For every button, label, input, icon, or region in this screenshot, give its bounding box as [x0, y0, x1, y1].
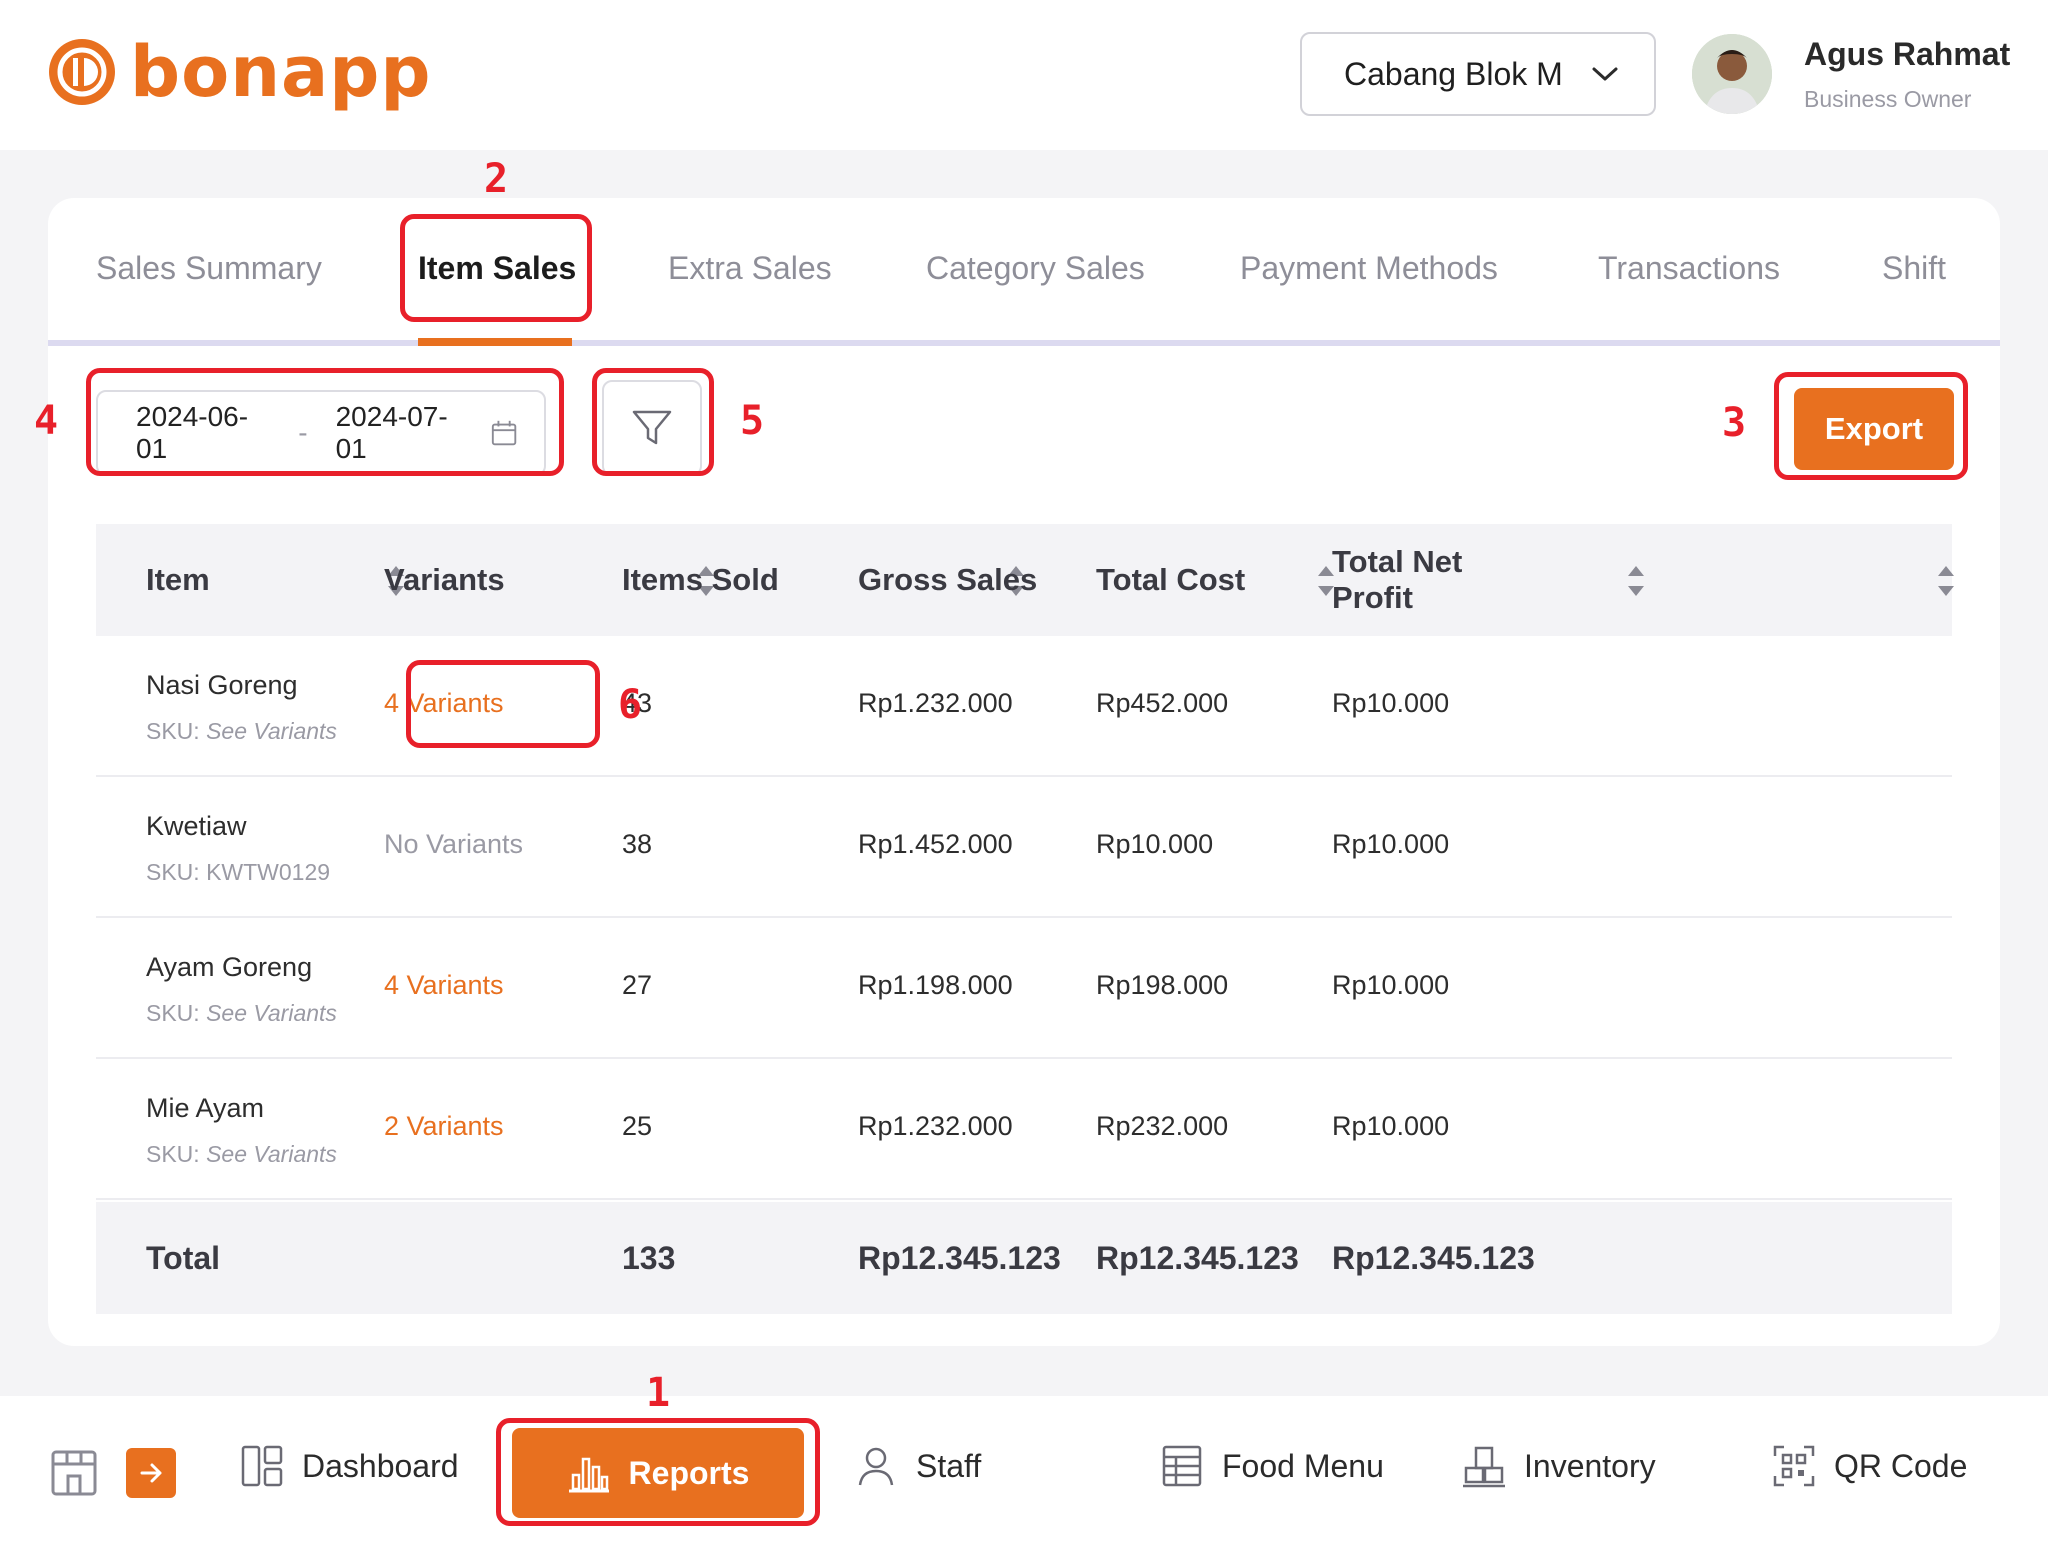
avatar[interactable]: [1692, 34, 1772, 114]
total-cost-sum: Rp12.345.123: [1096, 1240, 1299, 1276]
item-name: Kwetiaw: [146, 811, 247, 841]
user-name: Agus Rahmat: [1804, 36, 2011, 72]
items-sold: 38: [622, 829, 653, 859]
app-logo[interactable]: bonapp: [46, 36, 431, 108]
qr-code-icon: [1773, 1445, 1815, 1487]
total-cost: Rp10.000: [1096, 829, 1214, 859]
nav-food-menu[interactable]: Food Menu: [1160, 1444, 1384, 1488]
boxes-icon: [1463, 1446, 1505, 1488]
table-total-row: Total 133 Rp12.345.123 Rp12.345.123 Rp12…: [96, 1202, 1952, 1314]
nav-dashboard[interactable]: Dashboard: [240, 1444, 459, 1488]
item-name: Nasi Goreng: [146, 670, 298, 700]
variants-link[interactable]: 4 Variants: [384, 970, 504, 1001]
annotation-number-3: 3: [1722, 400, 1747, 446]
annotation-box-5: [592, 368, 714, 476]
item-name: Ayam Goreng: [146, 952, 313, 982]
item-sku: SKU: See Variants: [146, 1141, 337, 1167]
net-profit: Rp10.000: [1332, 829, 1450, 859]
annotation-number-4: 4: [34, 398, 59, 444]
annotation-number-1: 1: [646, 1370, 671, 1416]
tab-extra-sales[interactable]: Extra Sales: [668, 250, 832, 287]
total-gross-sales: Rp12.345.123: [858, 1240, 1061, 1276]
dashboard-icon: [241, 1445, 283, 1487]
table-row: Nasi Goreng SKU: See Variants 4 Variants…: [96, 636, 1952, 777]
total-items-sold: 133: [622, 1240, 676, 1276]
avatar-image: [1692, 34, 1772, 114]
item-sku: SKU: KWTW0129: [146, 859, 331, 885]
table-row: Ayam Goreng SKU: See Variants 4 Variants…: [96, 918, 1952, 1059]
net-profit: Rp10.000: [1332, 970, 1450, 1000]
tab-transactions[interactable]: Transactions: [1598, 250, 1780, 287]
items-sold: 25: [622, 1111, 653, 1141]
user-role: Business Owner: [1804, 86, 1972, 112]
table-header: Item Variants Items Sold Gross Sales Tot…: [96, 524, 1954, 636]
annotation-box-6: [406, 660, 600, 748]
tab-payment-methods[interactable]: Payment Methods: [1240, 250, 1498, 287]
expand-sidebar-button[interactable]: [126, 1448, 176, 1498]
item-sku: SKU: See Variants: [146, 1000, 337, 1026]
annotation-box-4: [86, 368, 564, 476]
gross-sales: Rp1.232.000: [858, 1111, 1013, 1141]
column-header-item[interactable]: Item: [146, 524, 210, 636]
annotation-box-2: [400, 214, 592, 322]
report-tabs: Sales Summary Item Sales Extra Sales Cat…: [48, 198, 2000, 346]
gross-sales: Rp1.198.000: [858, 970, 1013, 1000]
top-header: bonapp Cabang Blok M Agus Rahmat Busines…: [0, 0, 2048, 150]
store-icon[interactable]: [50, 1448, 98, 1498]
annotation-number-2: 2: [484, 156, 509, 202]
item-name: Mie Ayam: [146, 1093, 265, 1123]
annotation-number-6: 6: [618, 682, 643, 728]
user-icon: [858, 1447, 894, 1486]
gross-sales: Rp1.232.000: [858, 688, 1013, 718]
items-sold: 27: [622, 970, 653, 1000]
total-cost: Rp198.000: [1096, 970, 1229, 1000]
tab-divider: [48, 340, 2000, 346]
table-row: Kwetiaw SKU: KWTW0129 No Variants 38 Rp1…: [96, 777, 1952, 918]
variants-none: No Variants: [384, 829, 524, 859]
column-header-gross-sales[interactable]: Gross Sales: [858, 524, 1037, 636]
menu-icon: [1162, 1445, 1202, 1487]
nav-inventory[interactable]: Inventory: [1462, 1444, 1656, 1488]
nav-staff-label: Staff: [916, 1447, 982, 1484]
logo-text: bonapp: [130, 31, 432, 113]
sort-icon[interactable]: [1936, 564, 1956, 598]
bottom-navigation: Dashboard Reports Staff Food Menu Invent…: [0, 1396, 2048, 1550]
branch-selector-label: Cabang Blok M: [1344, 55, 1563, 92]
logo-icon: [49, 39, 115, 105]
total-net-profit: Rp12.345.123: [1332, 1240, 1535, 1276]
tab-category-sales[interactable]: Category Sales: [926, 250, 1145, 287]
variants-link[interactable]: 2 Variants: [384, 1111, 504, 1142]
nav-food-menu-label: Food Menu: [1222, 1447, 1384, 1484]
nav-inventory-label: Inventory: [1524, 1447, 1656, 1484]
column-header-variants[interactable]: Variants: [384, 524, 505, 636]
item-sku: SKU: See Variants: [146, 718, 337, 744]
column-header-items-sold[interactable]: Items Sold: [622, 524, 779, 636]
active-tab-indicator: [418, 338, 572, 346]
gross-sales: Rp1.452.000: [858, 829, 1013, 859]
nav-staff[interactable]: Staff: [854, 1444, 981, 1488]
tab-sales-summary[interactable]: Sales Summary: [96, 250, 322, 287]
sort-icon[interactable]: [1626, 564, 1646, 598]
annotation-box-1: [496, 1418, 820, 1526]
tab-shift[interactable]: Shift: [1882, 250, 1946, 287]
annotation-number-5: 5: [740, 398, 765, 444]
nav-qr-code-label: QR Code: [1834, 1447, 1968, 1484]
total-cost: Rp232.000: [1096, 1111, 1229, 1141]
branch-selector[interactable]: Cabang Blok M: [1300, 32, 1656, 116]
total-cost: Rp452.000: [1096, 688, 1229, 718]
total-label: Total: [146, 1240, 221, 1276]
net-profit: Rp10.000: [1332, 688, 1450, 718]
arrow-right-icon: [140, 1463, 162, 1483]
column-header-total-net-profit[interactable]: Total Net Profit: [1332, 524, 1472, 636]
nav-qr-code[interactable]: QR Code: [1772, 1444, 1967, 1488]
nav-dashboard-label: Dashboard: [302, 1447, 459, 1484]
chevron-down-icon: [1592, 67, 1618, 81]
table-row: Mie Ayam SKU: See Variants 2 Variants 25…: [96, 1059, 1952, 1200]
net-profit: Rp10.000: [1332, 1111, 1450, 1141]
annotation-box-3: [1774, 372, 1968, 480]
column-header-total-cost[interactable]: Total Cost: [1096, 524, 1245, 636]
